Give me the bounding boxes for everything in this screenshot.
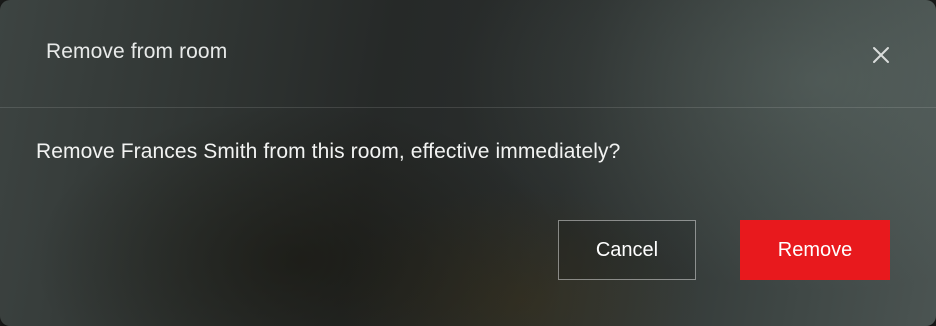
close-button[interactable] xyxy=(862,36,900,74)
dialog-header: Remove from room xyxy=(0,0,936,108)
cancel-button[interactable]: Cancel xyxy=(558,220,696,280)
remove-button[interactable]: Remove xyxy=(740,220,890,280)
close-icon xyxy=(873,47,889,63)
dialog-title: Remove from room xyxy=(46,40,228,63)
dialog-message: Remove Frances Smith from this room, eff… xyxy=(36,140,621,163)
remove-from-room-dialog: Remove from room Remove Frances Smith fr… xyxy=(0,0,936,326)
